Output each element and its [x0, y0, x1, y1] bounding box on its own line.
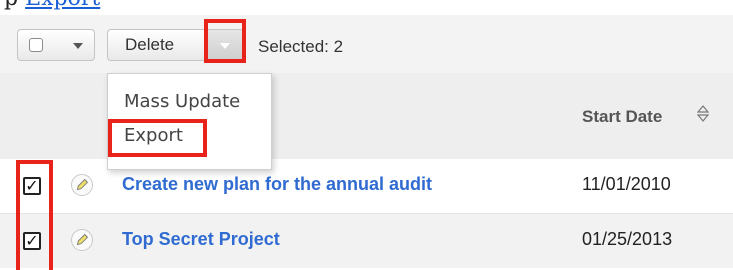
delete-button[interactable]: Delete: [107, 29, 207, 61]
pencil-icon[interactable]: [71, 229, 93, 251]
highlight-checkboxes-box: [16, 160, 53, 270]
list-toolbar: Delete Selected: 2: [0, 15, 733, 74]
column-header-start-date[interactable]: Start Date: [582, 107, 662, 127]
record-name-link[interactable]: Create new plan for the annual audit: [122, 174, 432, 195]
select-all-checkbox[interactable]: [29, 38, 43, 52]
heading-prefix: p: [4, 0, 18, 11]
chevron-down-icon: [73, 43, 83, 49]
menu-item-mass-update[interactable]: Mass Update: [124, 91, 240, 112]
highlight-export-box: [108, 119, 207, 157]
heading-link-export[interactable]: Export: [25, 0, 100, 11]
selected-count: Selected: 2: [258, 37, 344, 56]
sort-icon[interactable]: [697, 103, 709, 123]
pencil-icon[interactable]: [71, 174, 93, 196]
start-date-cell: 11/01/2010: [582, 174, 671, 194]
table-row: ✓ Top Secret Project 01/25/2013: [0, 214, 733, 268]
start-date-cell: 01/25/2013: [582, 229, 673, 249]
highlight-dropdown-box: [204, 19, 246, 63]
mass-select-dropdown[interactable]: [17, 29, 95, 61]
record-name-link[interactable]: Top Secret Project: [122, 229, 280, 250]
cropped-heading-text: p Export: [4, 0, 100, 11]
